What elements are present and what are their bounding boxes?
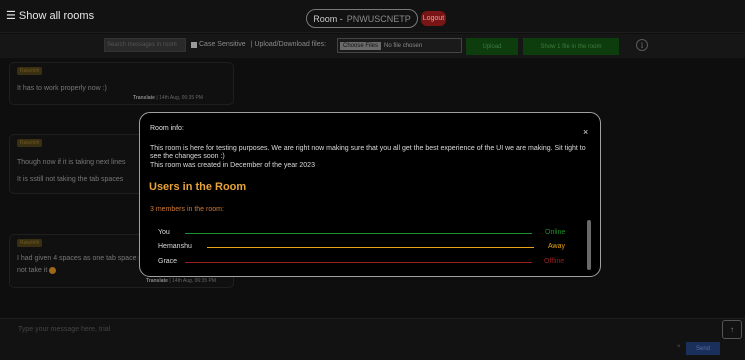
- menu-icon: ☰: [6, 10, 16, 22]
- show-files-button[interactable]: Show 1 file in the room: [523, 38, 619, 55]
- member-count: 3 members in the room:: [150, 206, 224, 213]
- message-sender: Rakshith: [17, 139, 43, 147]
- room-title: Room - PNWUSCNETP: [306, 9, 418, 28]
- send-button[interactable]: Send: [686, 342, 720, 355]
- logout-button[interactable]: Logout: [421, 11, 446, 26]
- status-badge: Offline: [544, 258, 565, 265]
- search-input[interactable]: Search messages in room: [104, 38, 186, 52]
- message-meta: Translate | 14th Aug, 06:35 PM: [133, 95, 203, 101]
- status-line: [185, 233, 532, 234]
- modal-title: Room info:: [150, 125, 184, 132]
- room-id: PNWUSCNETP: [346, 13, 411, 24]
- message-time: 14th Aug, 06:35 PM: [159, 95, 203, 101]
- room-created: This room was created in December of the…: [150, 162, 315, 169]
- case-sensitive-checkbox[interactable]: Case Sensitive | Upload/Download files:: [191, 41, 326, 48]
- composer-bar: [0, 318, 745, 360]
- message-sender: Rakshith: [17, 67, 43, 75]
- upload-button[interactable]: Upload: [466, 38, 518, 55]
- no-file-label: No file chosen: [384, 42, 423, 49]
- file-input[interactable]: Choose Files No file chosen: [337, 38, 462, 53]
- message-card: Rakshith It has to work properly now :) …: [9, 62, 234, 105]
- choose-files-button[interactable]: Choose Files: [340, 41, 382, 50]
- scroll-to-bottom-icon[interactable]: ↑: [722, 320, 742, 339]
- user-name: Grace: [158, 258, 178, 265]
- user-name: You: [158, 229, 170, 236]
- show-all-rooms-label: Show all rooms: [18, 9, 95, 22]
- show-all-rooms-button[interactable]: ☰ Show all rooms: [6, 9, 95, 23]
- info-icon[interactable]: i: [636, 39, 648, 51]
- users-heading: Users in the Room: [149, 181, 247, 193]
- status-line: [185, 262, 532, 263]
- room-info-modal: Room info: × This room is here for testi…: [139, 112, 601, 277]
- message-text: Though now if it is taking next lines It…: [17, 159, 126, 183]
- status-badge: Away: [548, 243, 565, 250]
- checkbox-box[interactable]: [191, 41, 197, 48]
- room-label: Room -: [313, 13, 343, 24]
- clear-icon[interactable]: ×: [677, 344, 681, 350]
- message-time: 14th Aug, 06:35 PM: [172, 278, 216, 284]
- close-icon[interactable]: ×: [583, 127, 588, 137]
- status-line: [207, 247, 534, 248]
- modal-scrollbar[interactable]: [587, 220, 591, 270]
- message-meta: Translate | 14th Aug, 06:35 PM: [146, 278, 216, 284]
- translate-button[interactable]: Translate: [133, 95, 155, 101]
- translate-button[interactable]: Translate: [146, 278, 168, 284]
- case-sensitive-label: Case Sensitive: [199, 41, 246, 48]
- upload-download-label: | Upload/Download files:: [250, 41, 327, 48]
- message-text: It has to work properly now :): [17, 85, 107, 92]
- room-description: This room is here for testing purposes. …: [150, 145, 586, 160]
- user-name: Hemanshu: [158, 243, 192, 250]
- message-sender: Rakshith: [17, 239, 43, 247]
- emoji-icon: [49, 266, 57, 274]
- status-badge: Online: [545, 229, 566, 236]
- message-input[interactable]: Type your message here, trial: [18, 326, 110, 333]
